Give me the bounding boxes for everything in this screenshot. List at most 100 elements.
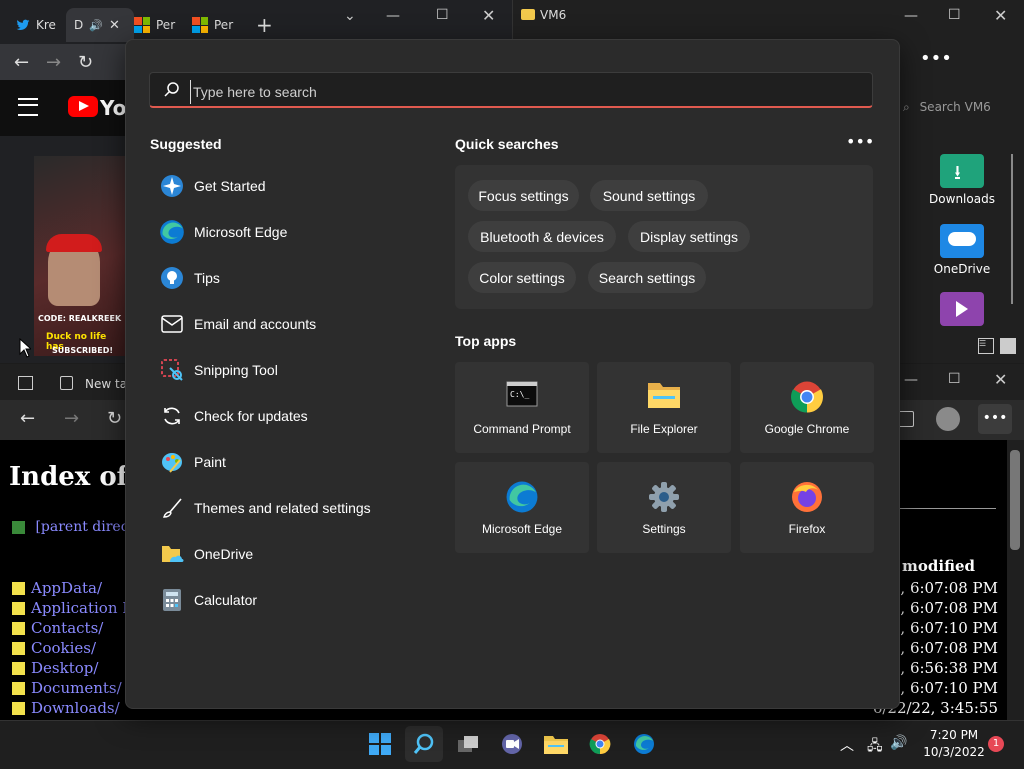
maximize-icon[interactable]: ☐ (948, 371, 961, 387)
list-item[interactable]: Contacts/ (12, 618, 134, 638)
maximize-icon[interactable]: ☐ (948, 7, 961, 23)
forward-arrow-icon[interactable]: → (64, 408, 79, 429)
video-caption: SUBSCRIBED! (52, 346, 113, 355)
more-options-icon[interactable]: ••• (920, 48, 952, 69)
explorer-scrollbar[interactable] (1007, 134, 1017, 334)
chevron-up-icon[interactable]: ︿ (840, 735, 854, 755)
chip-color-settings[interactable]: Color settings (468, 262, 576, 293)
back-arrow-icon[interactable]: ← (20, 408, 35, 429)
menu-icon[interactable] (18, 98, 38, 116)
scrollbar-thumb[interactable] (1010, 450, 1020, 550)
page-scrollbar[interactable] (1007, 440, 1024, 720)
notification-badge[interactable]: 1 (988, 736, 1004, 752)
forward-arrow-icon[interactable]: → (46, 52, 61, 73)
back-arrow-icon[interactable]: ← (14, 52, 29, 73)
more-options-icon[interactable]: ••• (846, 132, 874, 152)
collections-icon[interactable] (898, 411, 914, 427)
taskbar-search-button[interactable] (405, 726, 443, 762)
suggested-item-get-started[interactable]: Get Started (150, 166, 420, 206)
speaker-icon[interactable]: 🔊 (89, 19, 103, 32)
browser-tab-label: Per (214, 18, 234, 32)
chip-bluetooth-devices[interactable]: Bluetooth & devices (468, 221, 616, 252)
details-view-icon[interactable]: ☰ (978, 338, 994, 354)
list-item[interactable]: Desktop/ (12, 658, 134, 678)
suggested-item-microsoft-edge[interactable]: Microsoft Edge (150, 212, 420, 252)
list-item[interactable]: AppData/ (12, 578, 134, 598)
search-input[interactable] (190, 80, 795, 104)
lightbulb-icon (158, 264, 186, 292)
explorer-item-downloads[interactable]: ⭳ Downloads (922, 154, 1002, 206)
chip-focus-settings[interactable]: Focus settings (468, 180, 579, 211)
browser-tab-per-1[interactable]: Per (134, 8, 175, 42)
mouse-pointer-icon (19, 338, 31, 358)
chrome-taskbar-button[interactable] (581, 726, 619, 762)
video-thumbnail[interactable]: CODE: REALKREEK Duck no life has SUBSCRI… (34, 156, 126, 356)
explorer-search[interactable]: ⌕ Search VM6 (903, 100, 1015, 126)
list-item-label: Desktop/ (31, 659, 99, 677)
chip-display-settings[interactable]: Display settings (628, 221, 750, 252)
suggested-item-email-accounts[interactable]: Email and accounts (150, 304, 420, 344)
browser-tab-per-2[interactable]: Per (192, 8, 233, 42)
close-icon[interactable]: ✕ (994, 6, 1007, 25)
close-icon[interactable]: ✕ (994, 370, 1007, 389)
browser-tab-active[interactable]: D 🔊 ✕ (66, 8, 134, 42)
list-item[interactable]: Documents/ (12, 678, 134, 698)
top-app-command-prompt[interactable]: C:\_ Command Prompt (455, 362, 589, 453)
suggested-item-themes[interactable]: Themes and related settings (150, 488, 420, 528)
suggested-item-onedrive[interactable]: OneDrive (150, 534, 420, 574)
youtube-logo-icon[interactable] (68, 96, 98, 117)
new-tab-button[interactable]: + (256, 8, 273, 42)
suggested-item-label: Themes and related settings (194, 500, 371, 516)
suggested-item-check-updates[interactable]: Check for updates (150, 396, 420, 436)
browser-tab-twitter[interactable]: Kre (16, 8, 56, 42)
gear-icon (647, 480, 681, 514)
network-icon[interactable]: 🖧 (867, 735, 883, 759)
video-cap (46, 234, 102, 252)
browser-tab-label: D (74, 18, 84, 32)
chrome-icon (790, 380, 824, 414)
profile-avatar[interactable] (936, 407, 960, 431)
top-app-file-explorer[interactable]: File Explorer (597, 362, 731, 453)
clock-date[interactable]: 10/3/2022 (918, 745, 990, 759)
suggested-item-calculator[interactable]: Calculator (150, 580, 420, 620)
chat-button[interactable] (493, 726, 531, 762)
suggested-item-snipping-tool[interactable]: Snipping Tool (150, 350, 420, 390)
close-icon[interactable]: ✕ (109, 18, 120, 33)
settings-more-button[interactable]: ••• (978, 404, 1012, 434)
volume-icon[interactable]: 🔊 (890, 735, 907, 751)
close-icon[interactable]: ✕ (482, 6, 495, 25)
explorer-item-videos[interactable] (922, 292, 1002, 330)
list-item[interactable]: Downloads/ (12, 698, 134, 718)
suggested-item-label: OneDrive (194, 546, 254, 562)
suggested-item-paint[interactable]: Paint (150, 442, 420, 482)
minimize-icon[interactable]: — (904, 372, 918, 388)
edge-icon (158, 218, 186, 246)
top-app-settings[interactable]: Settings (597, 462, 731, 553)
reload-icon[interactable]: ↻ (107, 408, 122, 429)
list-item[interactable]: Cookies/ (12, 638, 134, 658)
maximize-icon[interactable]: ☐ (436, 7, 449, 23)
file-explorer-taskbar-button[interactable] (537, 726, 575, 762)
top-app-microsoft-edge[interactable]: Microsoft Edge (455, 462, 589, 553)
edge-taskbar-button[interactable] (625, 726, 663, 762)
onedrive-folder-icon (940, 224, 984, 258)
explorer-item-onedrive[interactable]: OneDrive (922, 224, 1002, 276)
start-button[interactable] (361, 726, 399, 762)
parent-directory-link[interactable]: [parent directo (12, 519, 143, 535)
chip-sound-settings[interactable]: Sound settings (590, 180, 708, 211)
top-app-google-chrome[interactable]: Google Chrome (740, 362, 874, 453)
top-app-label: Command Prompt (473, 422, 571, 436)
chevron-down-icon[interactable]: ⌄ (344, 8, 356, 24)
chip-search-settings[interactable]: Search settings (588, 262, 706, 293)
window-title: VM6 (540, 8, 567, 22)
minimize-icon[interactable]: — (386, 8, 400, 24)
suggested-item-tips[interactable]: Tips (150, 258, 420, 298)
top-app-firefox[interactable]: Firefox (740, 462, 874, 553)
minimize-icon[interactable]: — (904, 8, 918, 24)
tiles-view-icon[interactable] (1000, 338, 1016, 354)
task-view-button[interactable] (449, 726, 487, 762)
list-item[interactable]: Application D (12, 598, 134, 618)
clock-time[interactable]: 7:20 PM (926, 728, 982, 742)
reload-icon[interactable]: ↻ (78, 52, 93, 73)
tab-actions-icon[interactable] (18, 376, 33, 390)
